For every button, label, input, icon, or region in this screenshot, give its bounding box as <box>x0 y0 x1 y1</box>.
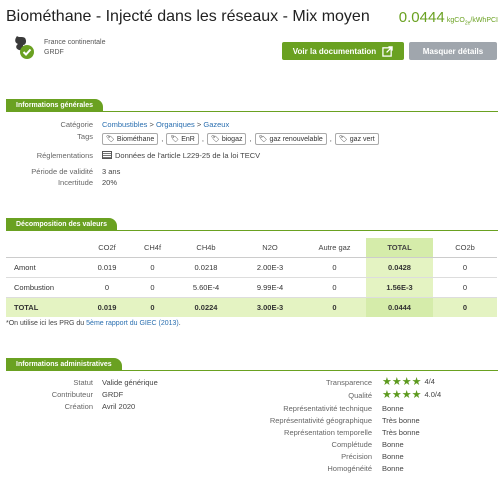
table-cell: 0 <box>130 277 175 298</box>
table-total-row: TOTAL 0.019 0 0.0224 3.00E-3 0 0.0444 0 <box>6 297 497 317</box>
external-link-icon <box>382 45 393 57</box>
section-divider <box>6 111 498 112</box>
tag-biomethane[interactable]: 🏷 Biométhane <box>102 133 159 145</box>
document-icon <box>102 151 112 159</box>
star-rating-icon: ★★★★ <box>382 376 422 388</box>
tag-icon: 🏷 <box>210 136 220 143</box>
table-row: Combustion 0 0 5.60E-4 9.99E-4 0 1.56E-3… <box>6 277 497 298</box>
column-header: CO2b <box>433 238 497 258</box>
giec-report-link[interactable]: 5ème rapport du GIEC (2013) <box>86 320 179 327</box>
view-documentation-button[interactable]: Voir la documentation <box>282 42 404 60</box>
table-cell: 3.00E-3 <box>237 297 303 317</box>
factor-unit: kgCO2e/kWhPCI <box>446 17 498 27</box>
source-region: France continentale <box>44 39 106 46</box>
table-cell: 2.00E-3 <box>237 257 303 278</box>
category-link-organiques[interactable]: Organiques <box>156 120 195 129</box>
column-header: N2O <box>237 238 303 258</box>
category-breadcrumb: Combustibles > Organiques > Gazeux <box>102 120 230 129</box>
section-divider <box>6 230 498 231</box>
table-cell: 0 <box>130 257 175 278</box>
column-header <box>6 238 84 258</box>
table-cell: TOTAL <box>6 297 84 317</box>
table-cell: Amont <box>6 257 84 278</box>
tag-icon: 🏷 <box>258 136 268 143</box>
completeness-label: Complétude <box>331 440 372 449</box>
table-cell: 9.99E-4 <box>237 277 303 298</box>
quality-rating: ★★★★ 4.0/4 <box>382 389 442 401</box>
homogeneity-value: Bonne <box>382 464 404 473</box>
regulations-label: Réglementations <box>36 151 93 160</box>
table-cell: 0 <box>303 297 366 317</box>
transparency-label: Transparence <box>326 378 372 387</box>
rep-temp-label: Représentation temporelle <box>284 428 372 437</box>
section-title-general: Informations générales <box>6 99 104 111</box>
uncertainty-value: 20% <box>102 178 118 187</box>
section-title-admin: Informations administratives <box>6 358 122 370</box>
uncertainty-label: Incertitude <box>57 178 93 187</box>
table-cell: 0 <box>433 257 497 278</box>
table-cell: 0 <box>433 277 497 298</box>
table-cell: 1.56E-3 <box>366 277 433 298</box>
rep-geo-value: Très bonne <box>382 416 420 425</box>
header: Biométhane - Injecté dans les réseaux - … <box>6 8 498 30</box>
column-header: CO2f <box>84 238 130 258</box>
transparency-rating: ★★★★ 4/4 <box>382 376 435 388</box>
table-cell: 0.0224 <box>175 297 237 317</box>
category-link-combustibles[interactable]: Combustibles <box>102 120 147 129</box>
validity-label: Période de validité <box>31 167 93 176</box>
table-cell: 0.0218 <box>175 257 237 278</box>
table-cell: 5.60E-4 <box>175 277 237 298</box>
factor-value: 0.0444 <box>398 9 445 26</box>
tag-biogaz[interactable]: 🏷 biogaz <box>206 133 247 145</box>
decomposition-table: CO2f CH4f CH4b N2O Autre gaz TOTAL CO2b … <box>6 238 497 317</box>
hide-details-button[interactable]: Masquer détails <box>409 42 497 60</box>
table-cell: 0.019 <box>84 297 130 317</box>
table-cell: Combustion <box>6 277 84 298</box>
rep-temp-value: Très bonne <box>382 428 420 437</box>
rep-tech-value: Bonne <box>382 404 404 413</box>
homogeneity-label: Homogénéité <box>327 464 372 473</box>
column-header: TOTAL <box>366 238 433 258</box>
rep-geo-label: Représentativité géographique <box>269 416 372 425</box>
table-header-row: CO2f CH4f CH4b N2O Autre gaz TOTAL CO2b <box>6 238 497 258</box>
tags-label: Tags <box>77 132 93 141</box>
column-header: CH4b <box>175 238 237 258</box>
precision-value: Bonne <box>382 452 404 461</box>
table-cell: 0 <box>303 277 366 298</box>
table-cell: 0 <box>433 297 497 317</box>
category-link-gazeux[interactable]: Gazeux <box>203 120 229 129</box>
tag-icon: 🏷 <box>338 136 348 143</box>
tag-gaz-renouvelable[interactable]: 🏷 gaz renouvelable <box>254 133 327 145</box>
tag-icon: 🏷 <box>170 136 180 143</box>
table-cell: 0.0428 <box>366 257 433 278</box>
table-cell: 0 <box>84 277 130 298</box>
tag-enr[interactable]: 🏷 EnR <box>166 133 199 145</box>
category-label: Catégorie <box>60 120 93 129</box>
star-rating-icon: ★★★★ <box>382 389 422 401</box>
table-cell: 0 <box>130 297 175 317</box>
table-cell: 0.0444 <box>366 297 433 317</box>
validity-value: 3 ans <box>102 167 121 176</box>
completeness-value: Bonne <box>382 440 404 449</box>
emission-factor-value: 0.0444 kgCO2e/kWhPCI <box>399 9 498 26</box>
tag-icon: 🏷 <box>106 136 115 143</box>
section-divider <box>6 370 498 371</box>
column-header: Autre gaz <box>303 238 366 258</box>
grdf-logo-icon <box>15 36 34 59</box>
tags-list: 🏷 Biométhane, 🏷 EnR, 🏷 biogaz, 🏷 gaz renouvelab… <box>102 133 382 145</box>
table-cell: 0 <box>303 257 366 278</box>
section-title-decomposition: Décomposition des valeurs <box>6 218 118 230</box>
gwp-footnote: *On utilise ici les PRG du 5ème rapport … <box>6 320 181 327</box>
precision-label: Précision <box>341 452 372 461</box>
column-header: CH4f <box>130 238 175 258</box>
regulation-item: Données de l'article L229-25 de la loi T… <box>102 151 260 160</box>
quality-label: Qualité <box>348 391 372 400</box>
source-org: GRDF <box>44 49 64 56</box>
table-row: Amont 0.019 0 0.0218 2.00E-3 0 0.0428 0 <box>6 257 497 278</box>
rep-tech-label: Représentativité technique <box>283 404 372 413</box>
page-title: Biométhane - Injecté dans les réseaux - … <box>6 8 370 25</box>
tag-gaz-vert[interactable]: 🏷 gaz vert <box>334 133 379 145</box>
table-cell: 0.019 <box>84 257 130 278</box>
